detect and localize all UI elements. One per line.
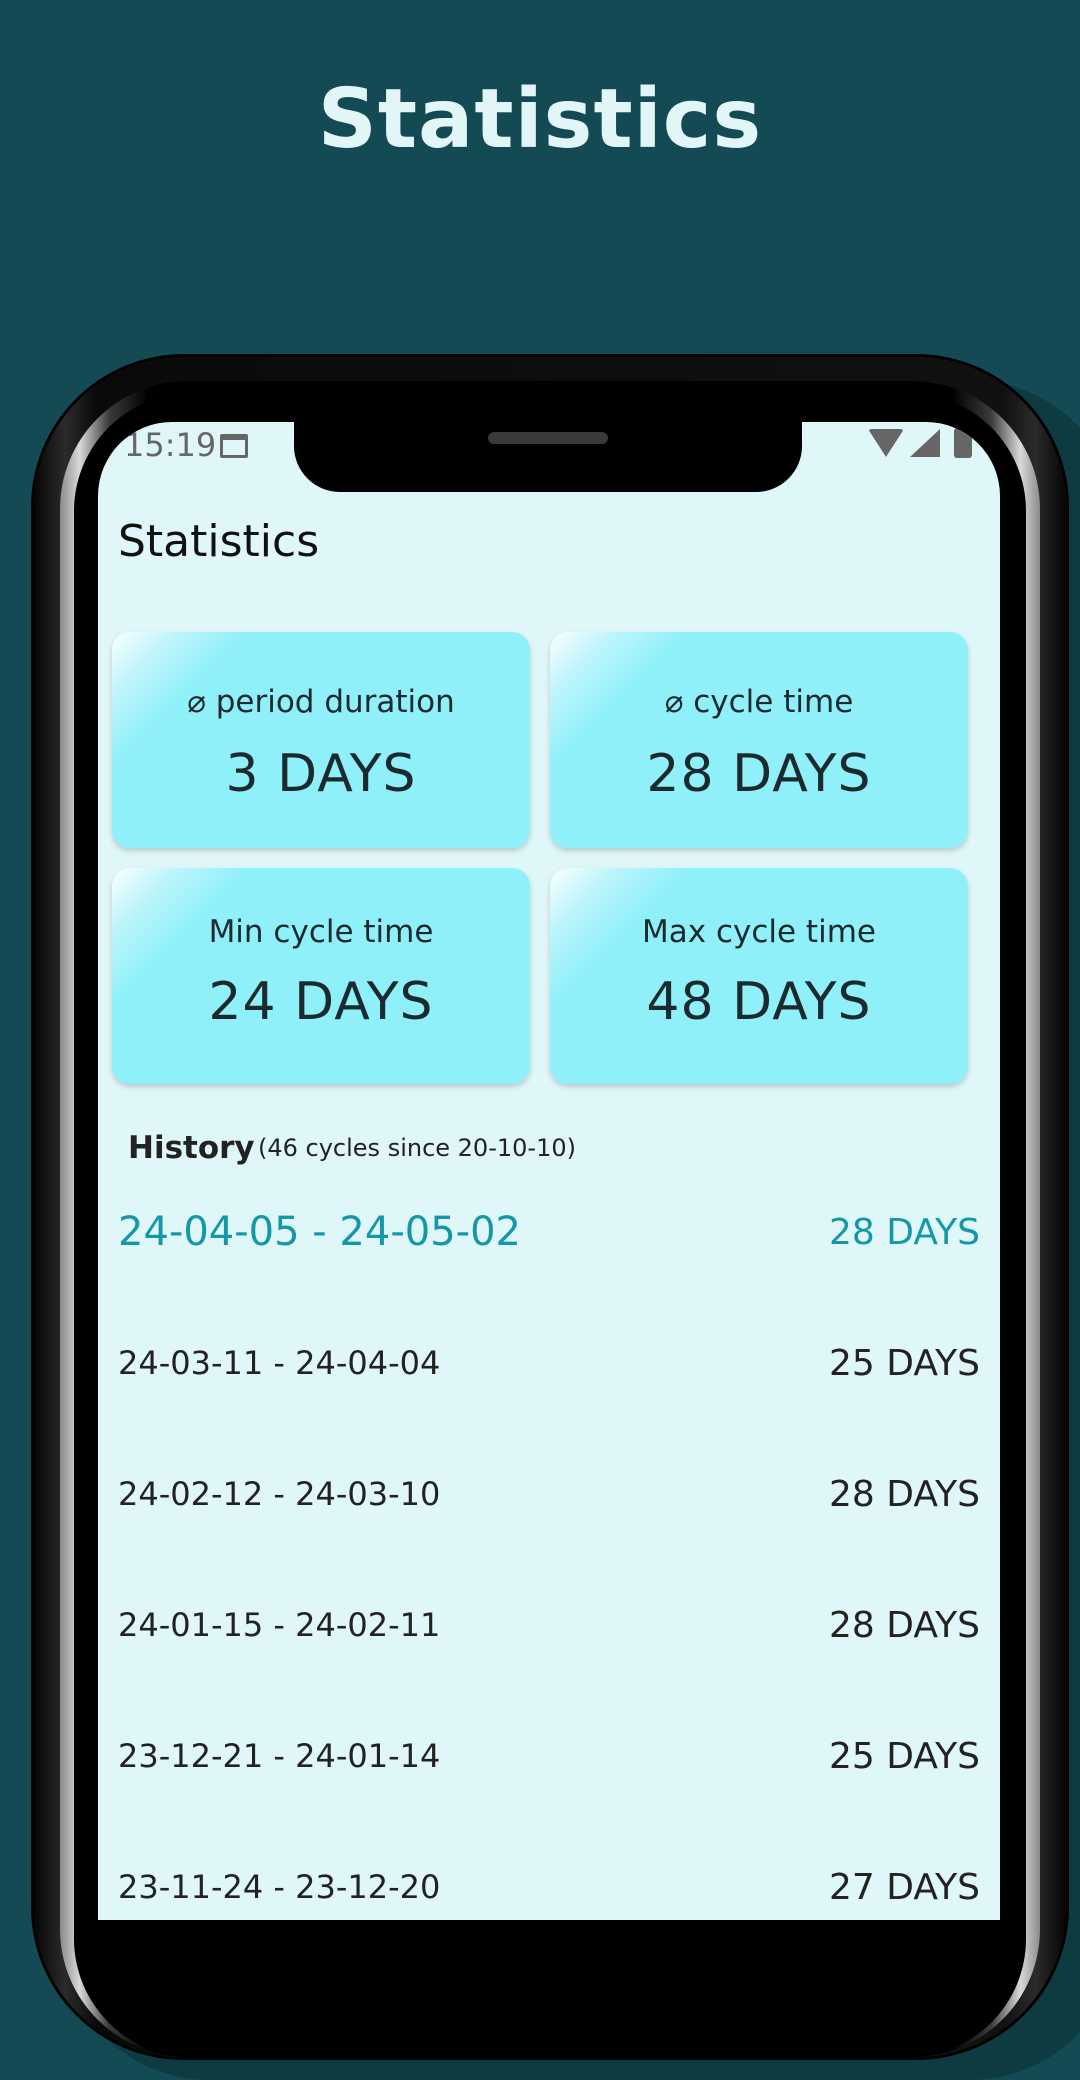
hero-title: Statistics (317, 72, 763, 167)
phone-screen: 15:19 Statistics ⌀ period duration 3 DAY… (98, 422, 1000, 1920)
history-range: 24-02-12 - 24-03-10 (118, 1475, 441, 1513)
battery-icon (954, 424, 972, 458)
page-title: Statistics (118, 516, 320, 567)
card-label: ⌀ cycle time (664, 684, 854, 720)
card-min-cycle-time: Min cycle time 24 DAYS (112, 868, 530, 1084)
card-value: 48 DAYS (646, 972, 872, 1032)
history-days: 28 DAYS (828, 1604, 980, 1646)
status-time: 15:19 (124, 426, 217, 464)
history-row[interactable]: 23-12-21 - 24-01-14 25 DAYS (118, 1726, 980, 1786)
history-label: History (128, 1130, 255, 1166)
card-label: Min cycle time (208, 914, 434, 950)
card-period-duration: ⌀ period duration 3 DAYS (112, 632, 530, 848)
history-days: 25 DAYS (828, 1342, 980, 1384)
history-subtitle: (46 cycles since 20-10-10) (258, 1134, 576, 1162)
history-range: 23-11-24 - 23-12-20 (118, 1868, 441, 1906)
card-max-cycle-time: Max cycle time 48 DAYS (550, 868, 968, 1084)
card-value: 3 DAYS (225, 744, 417, 804)
history-range: 24-01-15 - 24-02-11 (118, 1606, 441, 1644)
card-value: 28 DAYS (646, 744, 872, 804)
status-icons (868, 424, 972, 458)
history-row[interactable]: 24-01-15 - 24-02-11 28 DAYS (118, 1595, 980, 1655)
card-cycle-time: ⌀ cycle time 28 DAYS (550, 632, 968, 848)
history-range: 23-12-21 - 24-01-14 (118, 1737, 441, 1775)
history-row[interactable]: 24-02-12 - 24-03-10 28 DAYS (118, 1464, 980, 1524)
card-value: 24 DAYS (208, 972, 434, 1032)
card-label: ⌀ period duration (187, 684, 455, 720)
history-range: 24-03-11 - 24-04-04 (118, 1344, 441, 1382)
history-days: 28 DAYS (828, 1211, 980, 1253)
history-days: 25 DAYS (828, 1735, 980, 1777)
signal-icon (910, 429, 940, 457)
calendar-icon (220, 434, 248, 458)
card-label: Max cycle time (642, 914, 876, 950)
history-row[interactable]: 24-03-11 - 24-04-04 25 DAYS (118, 1333, 980, 1393)
history-days: 27 DAYS (828, 1866, 980, 1908)
history-row[interactable]: 24-04-05 - 24-05-02 28 DAYS (118, 1202, 980, 1262)
history-days: 28 DAYS (828, 1473, 980, 1515)
history-range: 24-04-05 - 24-05-02 (118, 1209, 521, 1255)
speaker (488, 432, 608, 444)
history-row[interactable]: 23-11-24 - 23-12-20 27 DAYS (118, 1857, 980, 1917)
wifi-icon (868, 429, 904, 457)
